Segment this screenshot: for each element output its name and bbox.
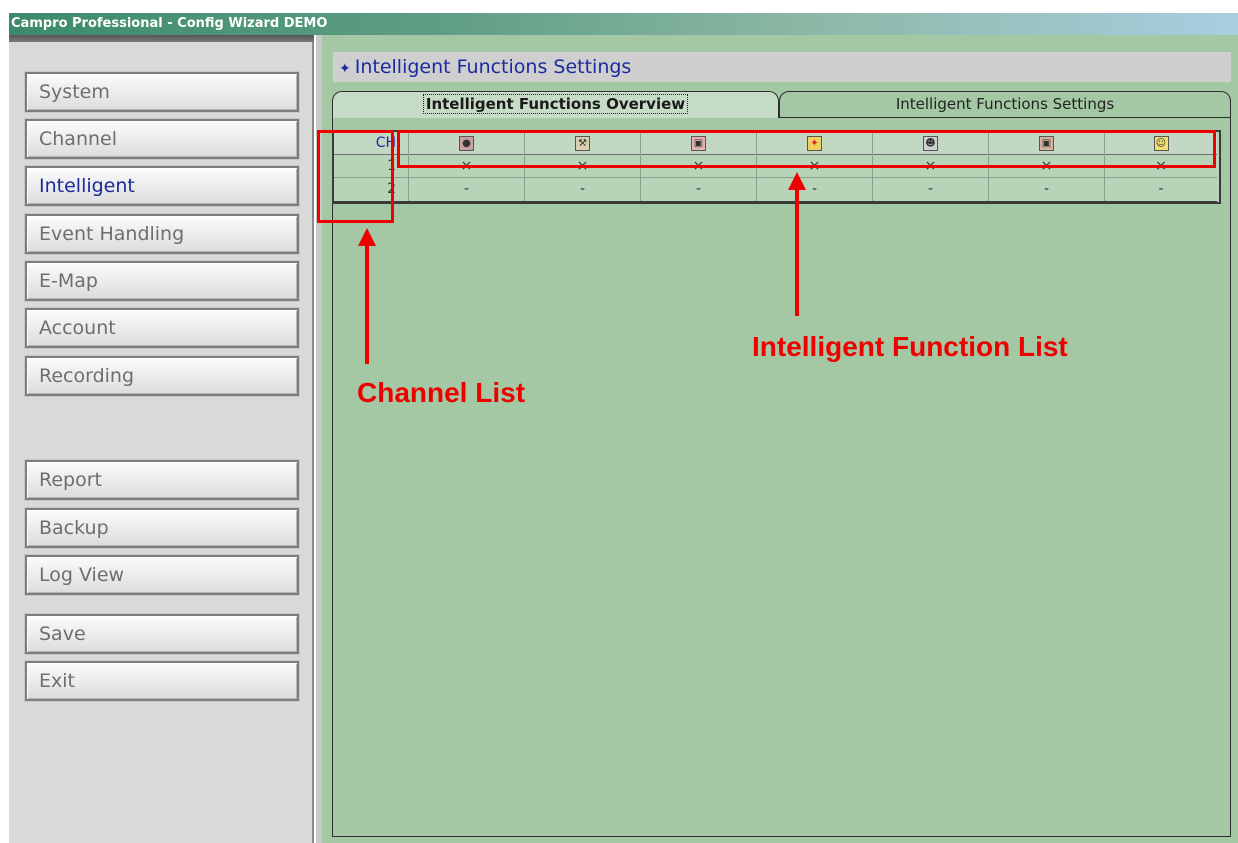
- channel-list-label: Channel List: [357, 377, 526, 408]
- function-cell[interactable]: -: [873, 178, 989, 201]
- function-cell[interactable]: -: [641, 178, 757, 201]
- tab-settings[interactable]: Intelligent Functions Settings: [779, 91, 1231, 118]
- sidebar-item-recording[interactable]: Recording: [24, 355, 300, 397]
- tab-content-frame: [332, 117, 1231, 837]
- function-list-highlight: [397, 130, 1216, 168]
- sidebar-item-intelligent[interactable]: Intelligent: [24, 165, 300, 207]
- sidebar-item-event-handling[interactable]: Event Handling: [24, 213, 300, 255]
- page-title: Intelligent Functions Settings: [354, 56, 632, 78]
- tab-overview[interactable]: Intelligent Functions Overview: [332, 91, 779, 118]
- sidebar-item-channel[interactable]: Channel: [24, 118, 300, 160]
- settings-emblem-icon: ✦: [339, 61, 351, 77]
- channel-list-highlight: [317, 130, 394, 223]
- sidebar-item-log-view[interactable]: Log View: [24, 554, 300, 596]
- function-list-label: Intelligent Function List: [752, 331, 1068, 362]
- sidebar-item-system[interactable]: System: [24, 71, 300, 113]
- sidebar: System Channel Intelligent Event Handlin…: [9, 35, 314, 843]
- sidebar-header-strip: [9, 35, 314, 42]
- window-title: Campro Professional - Config Wizard DEMO: [9, 13, 1238, 35]
- function-cell[interactable]: -: [1105, 178, 1217, 201]
- sidebar-item-account[interactable]: Account: [24, 307, 300, 349]
- sidebar-item-backup[interactable]: Backup: [24, 507, 300, 549]
- function-cell[interactable]: -: [757, 178, 873, 201]
- page-header: ✦ Intelligent Functions Settings: [333, 52, 1231, 82]
- function-cell[interactable]: -: [989, 178, 1105, 201]
- function-cell[interactable]: -: [525, 178, 641, 201]
- tab-settings-label: Intelligent Functions Settings: [895, 95, 1115, 113]
- channel-list-arrow: [365, 244, 369, 364]
- sidebar-item-report[interactable]: Report: [24, 459, 300, 501]
- sidebar-item-e-map[interactable]: E-Map: [24, 260, 300, 302]
- tab-overview-label: Intelligent Functions Overview: [422, 94, 689, 114]
- function-list-arrow: [795, 188, 799, 316]
- table-row[interactable]: 2 - - - - - - -: [334, 178, 1217, 202]
- function-cell[interactable]: -: [409, 178, 525, 201]
- exit-button[interactable]: Exit: [24, 660, 300, 702]
- save-button[interactable]: Save: [24, 613, 300, 655]
